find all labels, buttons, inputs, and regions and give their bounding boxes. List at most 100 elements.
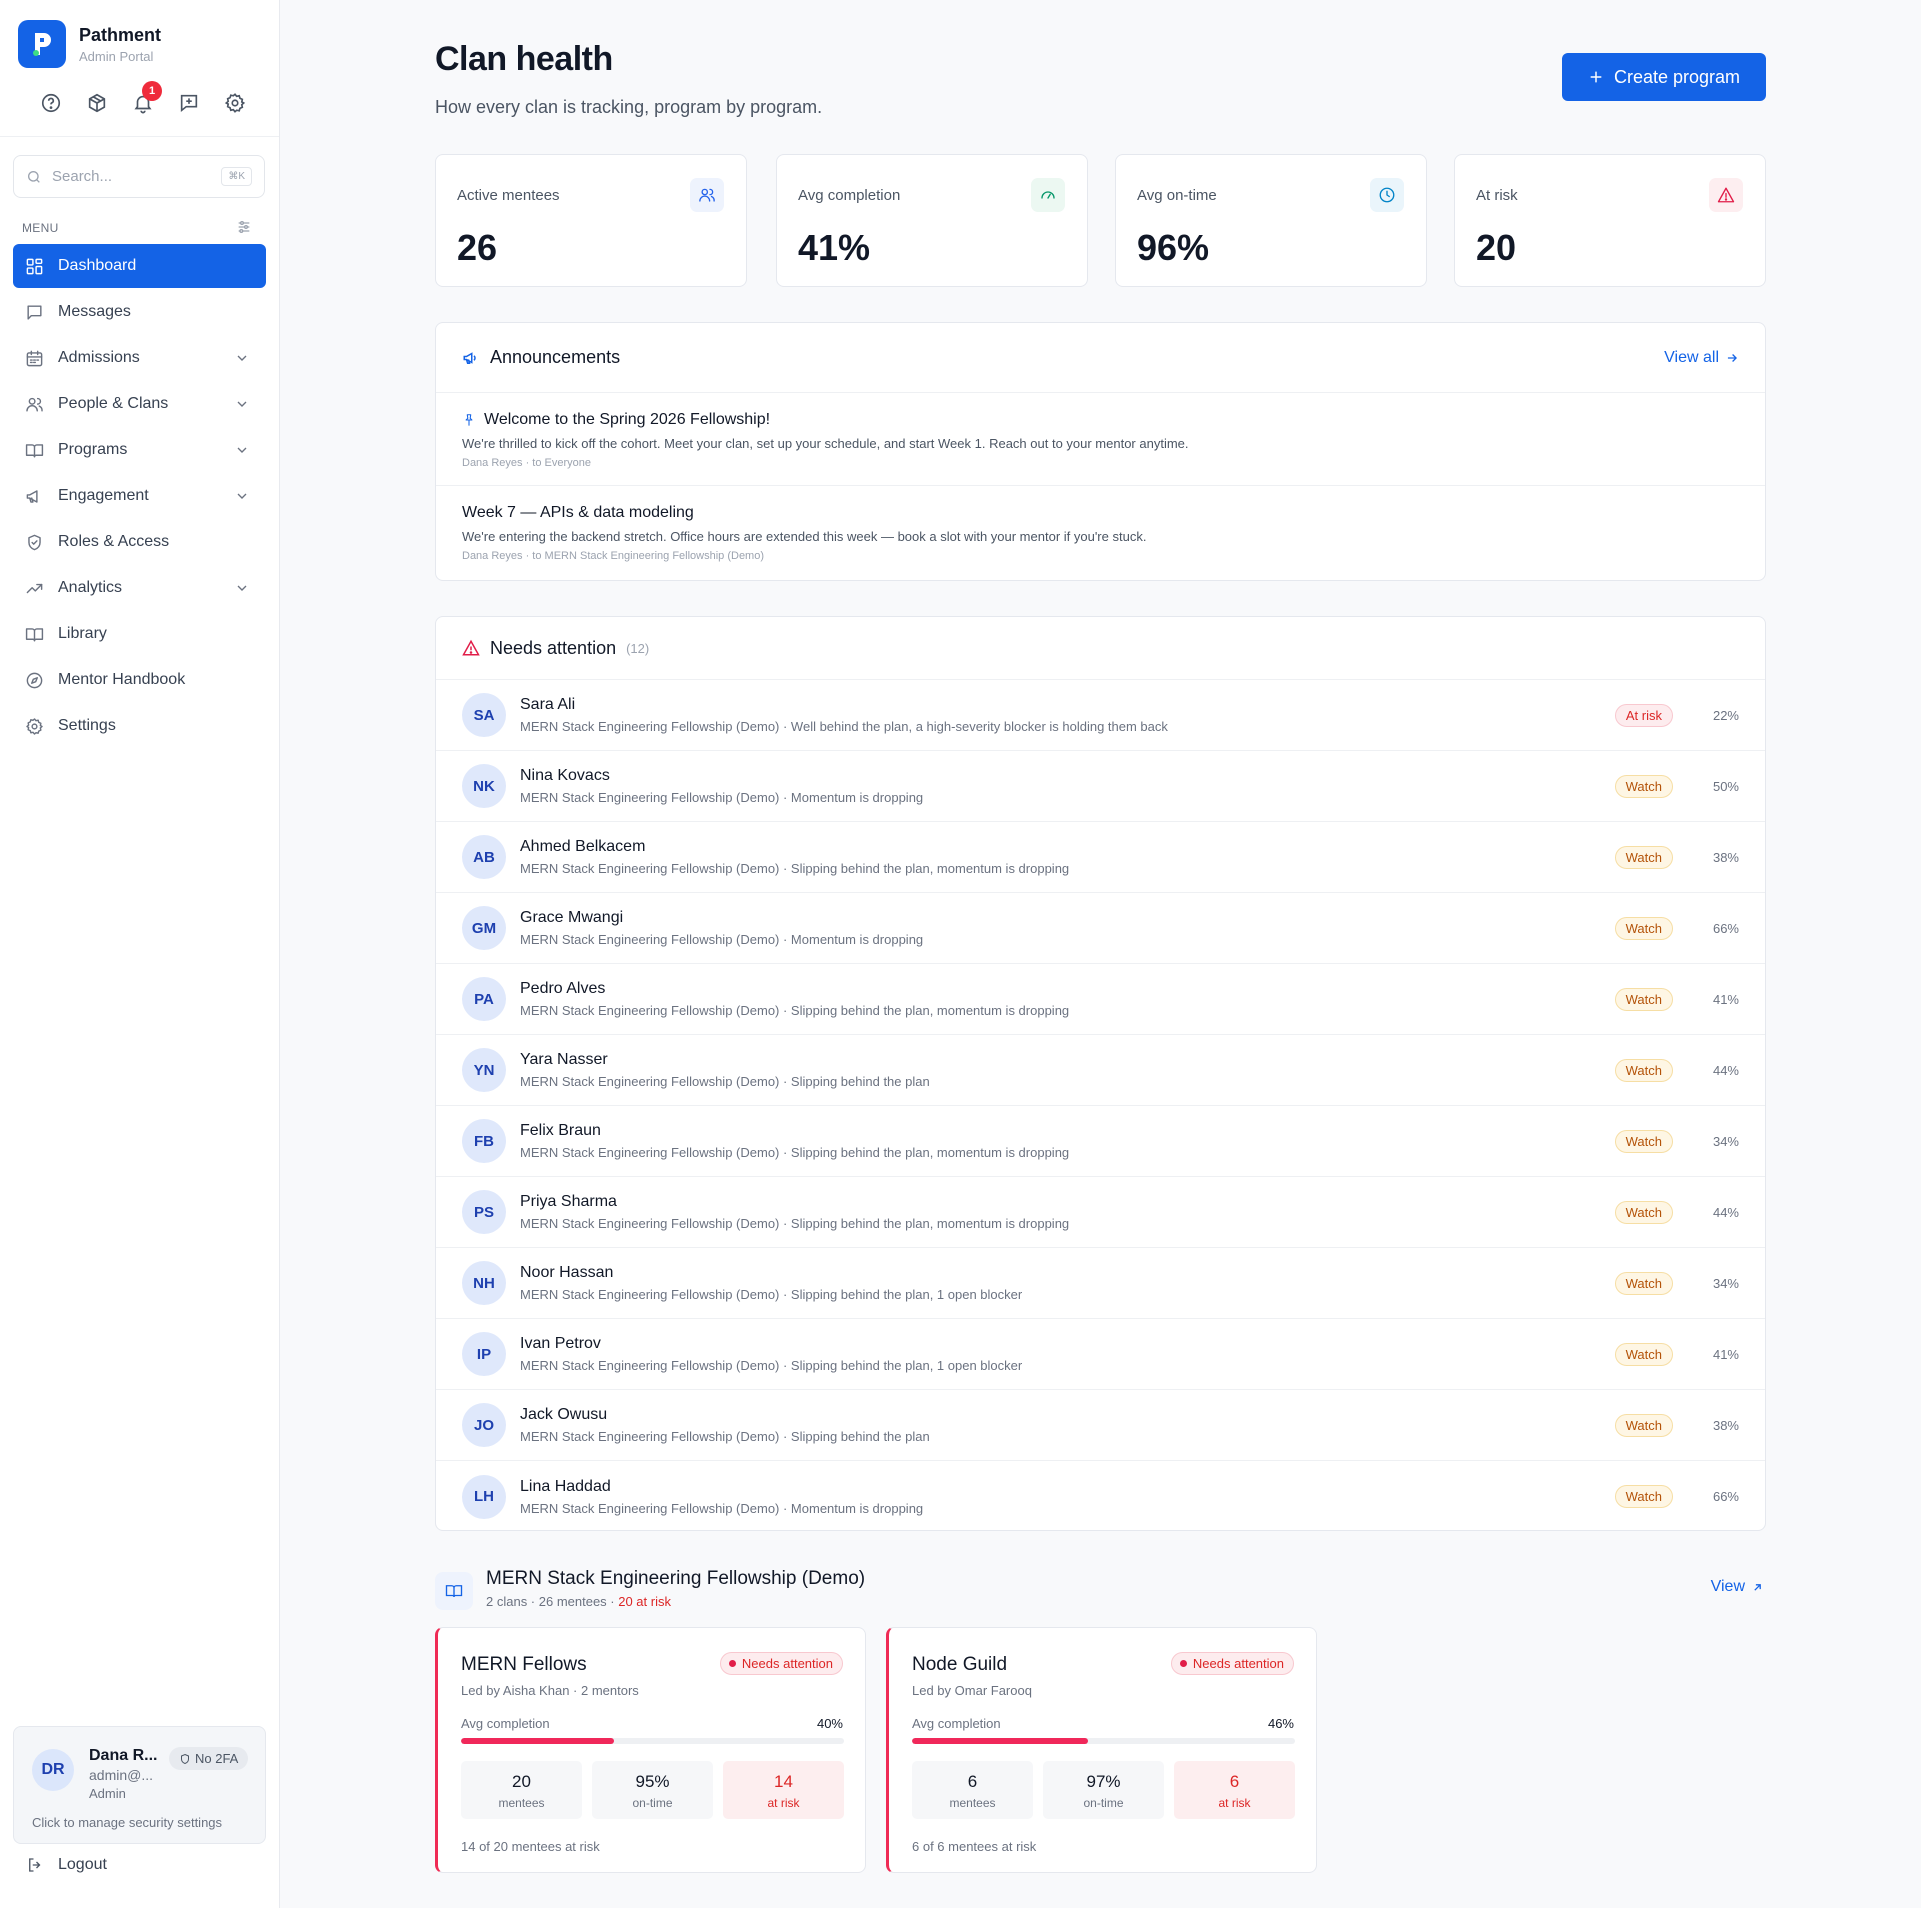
completion-percent: 34% [1712, 1275, 1739, 1291]
table-row[interactable]: NK Nina Kovacs MERN Stack Engineering Fe… [436, 751, 1765, 822]
mentee-name: Ivan Petrov [520, 1335, 601, 1352]
announcement-item[interactable]: Welcome to the Spring 2026 Fellowship! W… [436, 393, 1765, 486]
table-row[interactable]: YN Yara Nasser MERN Stack Engineering Fe… [436, 1035, 1765, 1106]
logout-button[interactable]: Logout [26, 1856, 107, 1874]
user-card[interactable]: DR Dana R... admin@... Admin No 2FA Clic… [13, 1726, 266, 1844]
twofa-label: No 2FA [195, 1751, 239, 1766]
clan-stat-label: at risk [767, 1796, 800, 1810]
pathment-logo-icon [18, 20, 66, 68]
clan-card[interactable]: MERN Fellows Led by Aisha Khan · 2 mento… [435, 1627, 866, 1873]
compass-icon [26, 672, 43, 688]
table-row[interactable]: AB Ahmed Belkacem MERN Stack Engineering… [436, 822, 1765, 893]
needs-attention-title: Needs attention [490, 637, 617, 658]
mentee-reason: MERN Stack Engineering Fellowship (Demo)… [520, 1287, 1023, 1302]
megaphone-icon [26, 489, 38, 503]
sidebar-item-dashboard[interactable]: Dashboard [13, 244, 266, 288]
clan-lead: Led by Aisha Khan · 2 mentors [461, 1683, 639, 1698]
clan-name: MERN Fellows [461, 1654, 587, 1675]
help-icon[interactable] [28, 88, 74, 118]
search-shortcut: ⌘K [221, 167, 252, 186]
stat-label: Active mentees [457, 187, 560, 204]
search-input[interactable]: Search... ⌘K [13, 155, 265, 198]
sidebar-item-settings[interactable]: Settings [13, 704, 266, 748]
view-all-link[interactable]: View all [1664, 349, 1739, 367]
chevron-down-icon[interactable] [234, 580, 250, 596]
create-program-button[interactable]: Create program [1562, 53, 1766, 101]
sidebar-item-people-clans[interactable]: People & Clans [13, 382, 266, 426]
stat-icon-box [1031, 178, 1065, 212]
feedback-icon[interactable] [166, 88, 212, 118]
book-icon [25, 443, 44, 458]
table-row[interactable]: GM Grace Mwangi MERN Stack Engineering F… [436, 893, 1765, 964]
bell-icon[interactable]: 1 [120, 81, 166, 118]
chevron-down-icon[interactable] [234, 488, 250, 504]
status-badge: Watch [1614, 1058, 1673, 1082]
sliders-icon[interactable] [236, 219, 252, 235]
table-row[interactable]: FB Felix Braun MERN Stack Engineering Fe… [436, 1106, 1765, 1177]
stat-value: 96% [1137, 227, 1210, 268]
status-badge: Watch [1614, 1129, 1673, 1153]
users-icon [26, 397, 43, 412]
gear-icon [26, 717, 43, 735]
table-row[interactable]: JO Jack Owusu MERN Stack Engineering Fel… [436, 1390, 1765, 1461]
sidebar-item-library[interactable]: Library [13, 612, 266, 656]
sidebar-item-label: Admissions [58, 349, 140, 366]
completion-percent: 66% [1712, 1489, 1739, 1504]
clan-stat-value: 20 [512, 1772, 531, 1791]
clan-stat-label: at risk [1218, 1796, 1251, 1810]
announcement-item[interactable]: Week 7 — APIs & data modeling We're ente… [436, 486, 1765, 579]
table-row[interactable]: LH Lina Haddad MERN Stack Engineering Fe… [436, 1461, 1765, 1532]
sidebar-item-analytics[interactable]: Analytics [13, 566, 266, 610]
progress-bar [912, 1738, 1295, 1744]
program-title: MERN Stack Engineering Fellowship (Demo) [486, 1568, 866, 1589]
status-badge: Needs attention [719, 1652, 843, 1675]
clan-stat: 20 mentees [461, 1761, 582, 1819]
sidebar-item-label: Mentor Handbook [58, 671, 186, 688]
mentee-name: Nina Kovacs [520, 767, 610, 784]
announcements-panel: Announcements View all Welcome to the Sp… [435, 322, 1766, 581]
sidebar-item-programs[interactable]: Programs [13, 428, 266, 472]
clan-avg-value: 40% [816, 1716, 843, 1731]
program-view-link[interactable]: View [1711, 1578, 1764, 1596]
arrow-right-icon [1727, 353, 1737, 362]
stat-icon-box [1370, 178, 1404, 212]
table-row[interactable]: PS Priya Sharma MERN Stack Engineering F… [436, 1177, 1765, 1248]
avatar: FB [462, 1119, 506, 1163]
stat-label: At risk [1476, 187, 1518, 204]
clan-card[interactable]: Node Guild Led by Omar Farooq Needs atte… [886, 1627, 1317, 1873]
chevron-down-icon[interactable] [234, 442, 250, 458]
needs-attention-count: (12) [626, 640, 650, 656]
table-row[interactable]: PA Pedro Alves MERN Stack Engineering Fe… [436, 964, 1765, 1035]
mentee-reason: MERN Stack Engineering Fellowship (Demo)… [520, 1145, 1070, 1160]
sidebar-item-engagement[interactable]: Engagement [13, 474, 266, 518]
avatar: LH [462, 1474, 506, 1519]
sidebar-nav: Dashboard Messages Admissions People & Clan… [13, 244, 266, 750]
alert-icon [1717, 187, 1735, 203]
package-icon[interactable] [74, 88, 120, 118]
needs-attention-panel: Needs attention (12) SA Sara Ali MERN St… [435, 616, 1766, 1531]
announcement-title: Welcome to the Spring 2026 Fellowship! [484, 411, 771, 428]
book-open-icon [435, 1572, 473, 1610]
user-email: admin@... [89, 1767, 154, 1783]
clan-stat-value: 95% [635, 1772, 670, 1791]
sidebar-item-admissions[interactable]: Admissions [13, 336, 266, 380]
sidebar-item-label: Library [58, 625, 107, 642]
brand[interactable]: Pathment Admin Portal [18, 20, 161, 68]
avatar: AB [462, 835, 506, 879]
table-row[interactable]: NH Noor Hassan MERN Stack Engineering Fe… [436, 1248, 1765, 1319]
clan-stat: 6 at risk [1174, 1761, 1295, 1819]
mentee-reason: MERN Stack Engineering Fellowship (Demo)… [520, 719, 1168, 734]
status-badge: Needs attention [1170, 1652, 1294, 1675]
stat-card: Avg on-time 96% [1115, 154, 1427, 287]
table-row[interactable]: IP Ivan Petrov MERN Stack Engineering Fe… [436, 1319, 1765, 1390]
sidebar-item-messages[interactable]: Messages [13, 290, 266, 334]
table-row[interactable]: SA Sara Ali MERN Stack Engineering Fello… [436, 680, 1765, 751]
gear-icon[interactable] [212, 88, 258, 118]
chevron-down-icon[interactable] [234, 350, 250, 366]
chevron-down-icon[interactable] [234, 396, 250, 412]
mentee-reason: MERN Stack Engineering Fellowship (Demo)… [520, 1500, 924, 1516]
sidebar-item-roles-access[interactable]: Roles & Access [13, 520, 266, 564]
sidebar-item-mentor-handbook[interactable]: Mentor Handbook [13, 658, 266, 702]
status-badge: Watch [1614, 845, 1673, 869]
progress-fill [912, 1738, 1089, 1744]
